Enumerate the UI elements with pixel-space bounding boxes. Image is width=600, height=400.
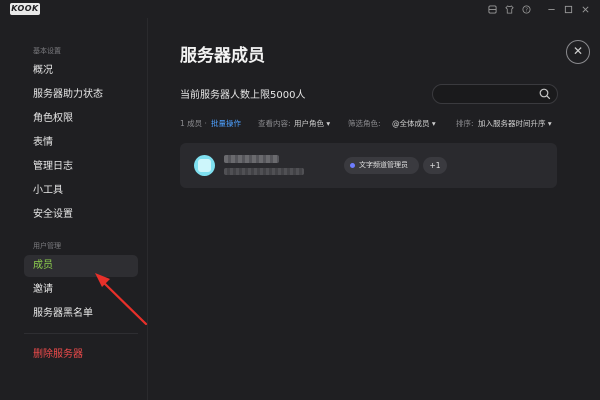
svg-text:?: ? [525, 7, 528, 13]
view-content-label: 查看内容: [258, 119, 291, 128]
sidebar-item-blacklist[interactable]: 服务器黑名单 [24, 303, 138, 325]
role-tag-label: 文字频道管理员 [359, 161, 408, 169]
filter-role-label: 筛选角色: [348, 119, 381, 128]
view-content-dropdown[interactable]: 用户角色 ▾ [294, 118, 330, 129]
close-settings-button[interactable]: ✕ [566, 40, 590, 64]
minimize-icon[interactable] [543, 2, 560, 16]
sidebar-item-emoji[interactable]: 表情 [24, 132, 138, 154]
role-tag[interactable]: 文字频道管理员 [344, 157, 419, 174]
help-icon[interactable]: ? [518, 2, 535, 16]
close-icon[interactable] [577, 2, 594, 16]
sort-label: 排序: [456, 119, 474, 128]
title-bar: KOOK ? [0, 0, 600, 18]
member-limit-text: 当前服务器人数上限5000人 [180, 90, 306, 101]
avatar [194, 155, 215, 176]
member-row[interactable]: 文字频道管理员 +1 [180, 143, 557, 188]
role-color-dot [350, 163, 355, 168]
sidebar-item-roles[interactable]: 角色权限 [24, 108, 138, 130]
member-search[interactable] [432, 84, 558, 104]
search-icon[interactable] [539, 88, 551, 100]
chevron-down-icon: ▾ [326, 119, 331, 128]
members-panel: 服务器成员 ✕ 当前服务器人数上限5000人 1 成员 · 批量操作 查看内容:… [148, 18, 600, 400]
title-bar-controls: ? [484, 2, 594, 16]
inbox-icon[interactable] [484, 2, 501, 16]
section-label-users: 用户管理 [33, 242, 61, 250]
member-id-redacted [224, 168, 304, 175]
close-icon: ✕ [572, 44, 584, 58]
chevron-down-icon: ▾ [547, 119, 552, 128]
member-name-redacted [224, 155, 279, 163]
kook-logo: KOOK [10, 3, 40, 15]
sidebar-item-members[interactable]: 成员 [24, 255, 138, 277]
shirt-icon[interactable] [501, 2, 518, 16]
sidebar-item-security[interactable]: 安全设置 [24, 204, 138, 226]
more-roles-button[interactable]: +1 [423, 157, 447, 174]
sort-dropdown[interactable]: 加入服务器时间升序 ▾ [478, 118, 552, 129]
sidebar-item-audit-log[interactable]: 管理日志 [24, 156, 138, 178]
member-count: 1 成员 · [180, 119, 207, 128]
search-input[interactable] [441, 85, 537, 103]
settings-sidebar: 基本设置 概况 服务器助力状态 角色权限 表情 管理日志 小工具 安全设置 用户… [0, 18, 148, 400]
sidebar-item-widgets[interactable]: 小工具 [24, 180, 138, 202]
chevron-down-icon: ▾ [431, 119, 436, 128]
sidebar-item-overview[interactable]: 概况 [24, 60, 138, 82]
member-filter-bar: 1 成员 · 批量操作 查看内容: 用户角色 ▾ 筛选角色: @全体成员 ▾ 排… [180, 118, 560, 130]
sidebar-item-delete-server[interactable]: 删除服务器 [24, 344, 138, 366]
sidebar-divider [24, 333, 138, 334]
sidebar-item-invites[interactable]: 邀请 [24, 279, 138, 301]
batch-operation-link[interactable]: 批量操作 [211, 118, 241, 129]
sidebar-item-boost[interactable]: 服务器助力状态 [24, 84, 138, 106]
section-label-basic: 基本设置 [33, 47, 61, 55]
page-title: 服务器成员 [180, 46, 265, 66]
maximize-icon[interactable] [560, 2, 577, 16]
filter-role-dropdown[interactable]: @全体成员 ▾ [392, 118, 436, 129]
